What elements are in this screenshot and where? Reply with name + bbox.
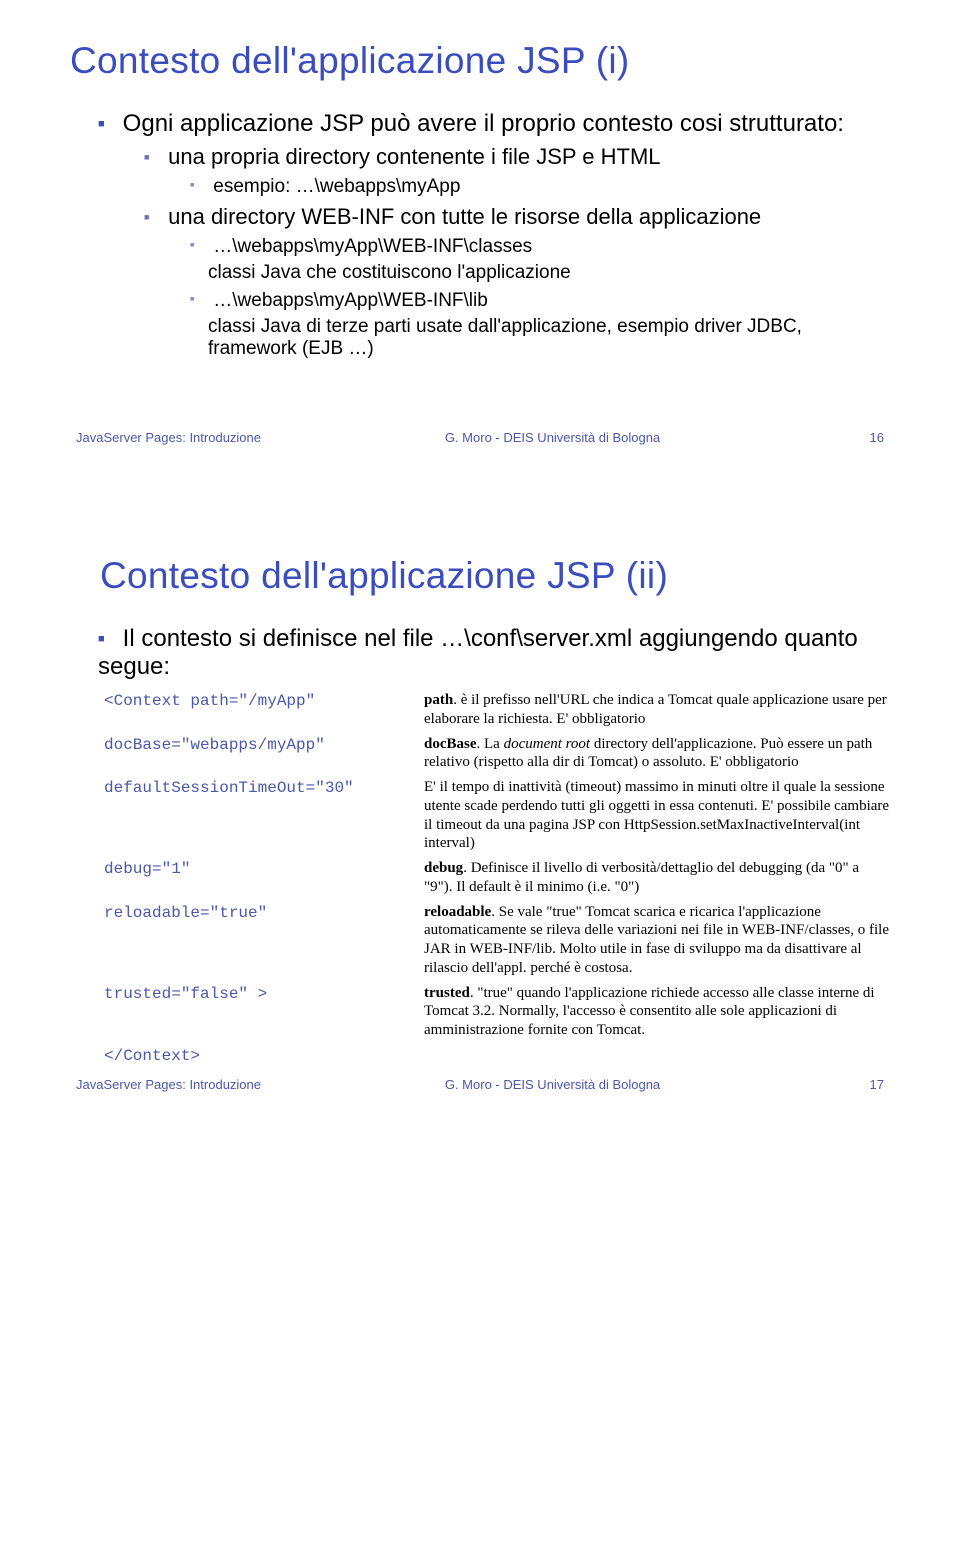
bullet-l3a: esempio: …\webapps\myApp [190, 176, 890, 198]
text: Ogni applicazione JSP può avere il propr… [123, 110, 844, 137]
slide-divider [0, 475, 960, 535]
square-icon [144, 204, 162, 230]
text: classi Java di terze parti usate dall'ap… [208, 316, 802, 359]
term: debug [424, 860, 463, 876]
desc: debug. Definisce il livello di verbosità… [424, 859, 890, 897]
footer-left: JavaServer Pages: Introduzione [76, 1077, 261, 1092]
footer-center: G. Moro - DEIS Università di Bologna [261, 430, 844, 445]
slide-2: Contesto dell'applicazione JSP (ii) Il c… [0, 535, 960, 1122]
code: <Context path="/myApp" [104, 691, 424, 713]
bullet-l3b: …\webapps\myApp\WEB-INF\classes [190, 236, 890, 258]
def1: . La [477, 736, 504, 752]
desc: reloadable. Se vale "true" Tomcat scaric… [424, 903, 890, 978]
bullet-l2a: una propria directory contenente i file … [144, 144, 890, 170]
def: E' il tempo di inattività (timeout) mass… [424, 779, 889, 851]
footer-1: JavaServer Pages: Introduzione G. Moro -… [70, 430, 890, 445]
term: trusted [424, 985, 470, 1001]
row-reloadable: reloadable="true" reloadable. Se vale "t… [104, 903, 890, 978]
slide-title-1: Contesto dell'applicazione JSP (i) [70, 40, 890, 82]
code: defaultSessionTimeOut="30" [104, 778, 424, 800]
text: …\webapps\myApp\WEB-INF\classes [213, 236, 532, 257]
square-icon [190, 236, 208, 258]
square-icon [144, 144, 162, 170]
desc: path. è il prefisso nell'URL che indica … [424, 691, 890, 729]
code: docBase="webapps/myApp" [104, 735, 424, 757]
square-icon [190, 290, 208, 312]
footer-left: JavaServer Pages: Introduzione [76, 430, 261, 445]
footer-center: G. Moro - DEIS Università di Bologna [261, 1077, 844, 1092]
def: . Se vale "true" Tomcat scarica e ricari… [424, 904, 889, 976]
desc: E' il tempo di inattività (timeout) mass… [424, 778, 890, 853]
desc: docBase. La document root directory dell… [424, 735, 890, 773]
row-path: <Context path="/myApp" path. è il prefis… [104, 691, 890, 729]
def: . è il prefisso nell'URL che indica a To… [424, 692, 887, 727]
term: path [424, 692, 453, 708]
footer-right: 17 [844, 1077, 884, 1092]
desc: trusted. "true" quando l'applicazione ri… [424, 984, 890, 1040]
bullet-intro: Il contesto si definisce nel file …\conf… [98, 625, 890, 681]
text: una directory WEB-INF con tutte le risor… [168, 204, 761, 229]
slide-1: Contesto dell'applicazione JSP (i) Ogni … [0, 0, 960, 475]
row-close: </Context> [104, 1046, 890, 1068]
def: . Definisce il livello di verbosità/dett… [424, 860, 859, 895]
text: una propria directory contenente i file … [168, 144, 660, 169]
bullet-l3c: …\webapps\myApp\WEB-INF\lib [190, 290, 890, 312]
footer-2: JavaServer Pages: Introduzione G. Moro -… [70, 1077, 890, 1092]
square-icon [190, 176, 208, 198]
bullet-l2b: una directory WEB-INF con tutte le risor… [144, 204, 890, 230]
text: esempio: …\webapps\myApp [213, 176, 460, 197]
code: trusted="false" > [104, 984, 424, 1006]
bullet-l1: Ogni applicazione JSP può avere il propr… [98, 110, 890, 138]
slide-title-2: Contesto dell'applicazione JSP (ii) [100, 555, 890, 597]
row-debug: debug="1" debug. Definisce il livello di… [104, 859, 890, 897]
code: debug="1" [104, 859, 424, 881]
def: . "true" quando l'applicazione richiede … [424, 985, 875, 1039]
row-trusted: trusted="false" > trusted. "true" quando… [104, 984, 890, 1040]
code: reloadable="true" [104, 903, 424, 925]
text: …\webapps\myApp\WEB-INF\lib [213, 290, 488, 311]
text: classi Java che costituiscono l'applicaz… [208, 262, 571, 283]
footer-right: 16 [844, 430, 884, 445]
bullet-l3b-sub: classi Java che costituiscono l'applicaz… [208, 262, 890, 284]
bullet-l3c-sub: classi Java di terze parti usate dall'ap… [208, 316, 890, 360]
square-icon [98, 110, 116, 138]
row-timeout: defaultSessionTimeOut="30" E' il tempo d… [104, 778, 890, 853]
row-docbase: docBase="webapps/myApp" docBase. La docu… [104, 735, 890, 773]
term: reloadable [424, 904, 491, 920]
code: </Context> [104, 1046, 424, 1068]
square-icon [98, 625, 116, 653]
italic: document root [504, 736, 591, 752]
text: Il contesto si definisce nel file …\conf… [98, 625, 858, 680]
term: docBase [424, 736, 477, 752]
